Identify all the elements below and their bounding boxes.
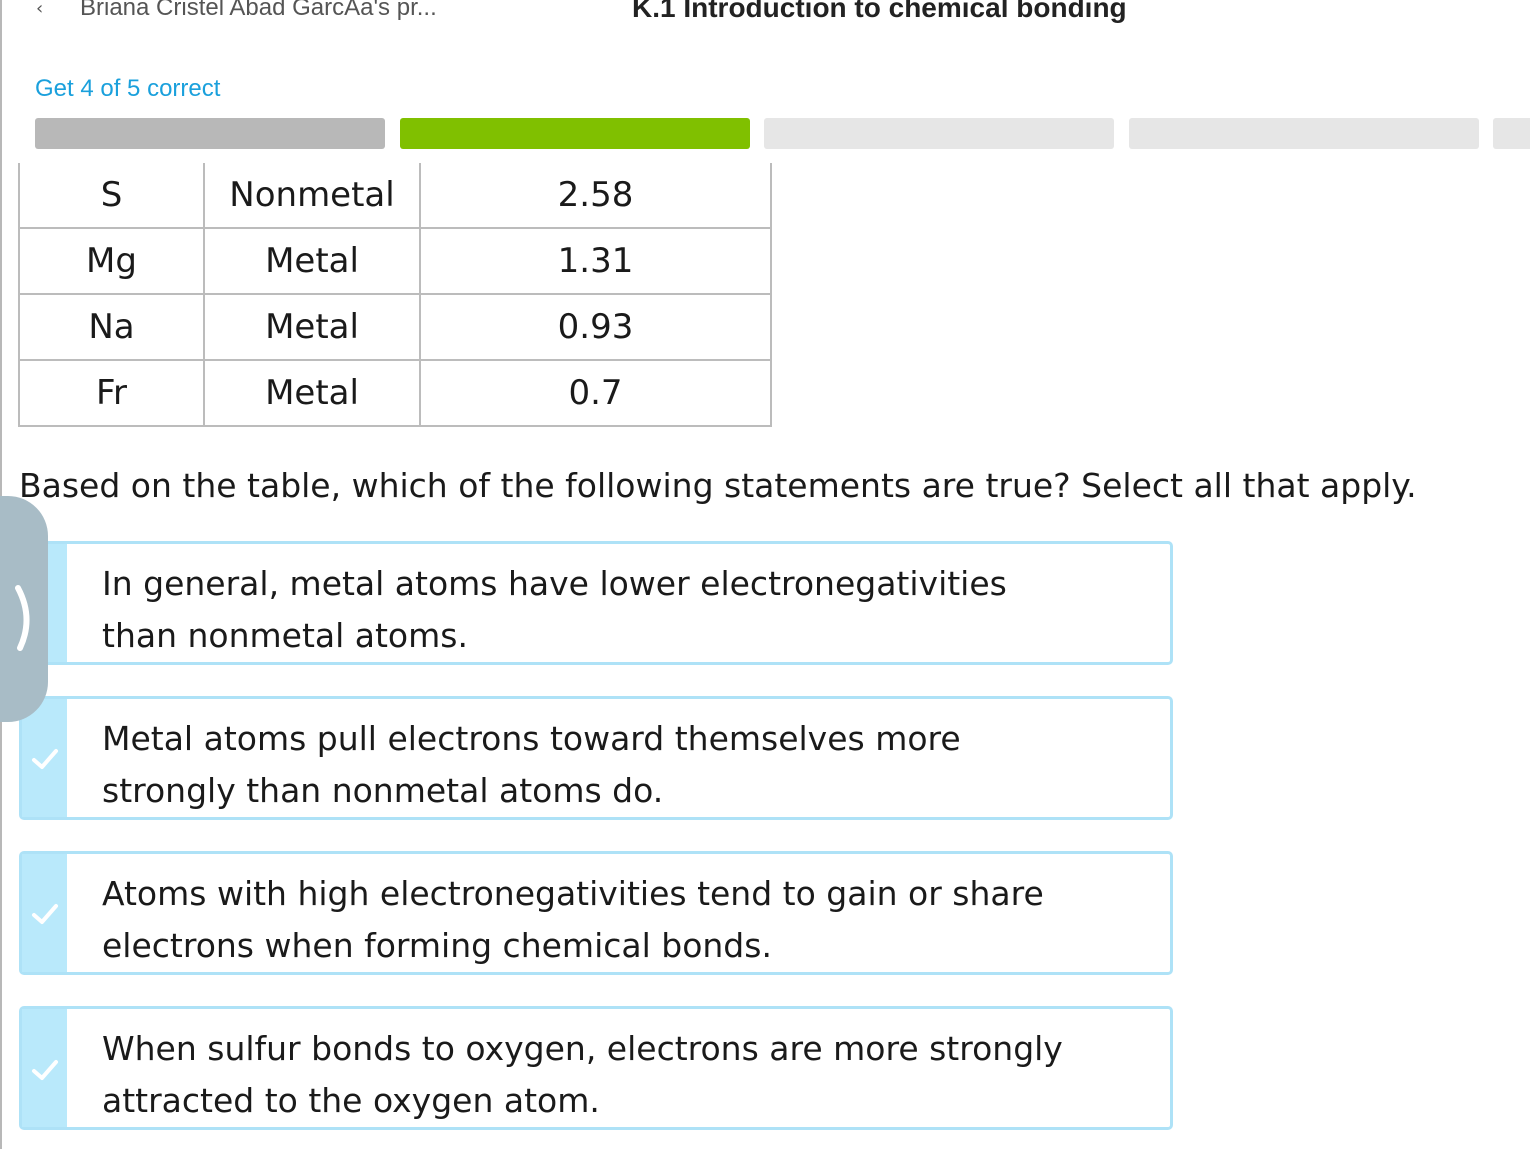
progress-bar (35, 118, 1530, 150)
table-cell: Metal (203, 293, 421, 361)
check-icon (32, 1060, 58, 1080)
choice-text: When sulfur bonds to oxygen, electrons a… (102, 1023, 1162, 1127)
top-bar: ‹ Briana Cristel Abad GarcÃa's pr... K.1… (0, 0, 1530, 23)
progress-segment-2 (400, 118, 750, 149)
choice-text: Metal atoms pull electrons toward themse… (102, 713, 1162, 817)
table-cell: Metal (203, 359, 421, 427)
table-cell: Metal (203, 227, 421, 295)
check-icon (32, 904, 58, 924)
choice-text-line: In general, metal atoms have lower elect… (102, 564, 1007, 603)
choice-text-line: When sulfur bonds to oxygen, electrons a… (102, 1029, 1063, 1068)
table-cell: 2.58 (419, 163, 772, 229)
choice-text-line: Atoms with high electronegativities tend… (102, 874, 1044, 913)
progress-segment-5 (1493, 118, 1530, 149)
breadcrumb[interactable]: Briana Cristel Abad GarcÃa's pr... (80, 0, 437, 22)
check-icon (32, 749, 58, 769)
table-cell: 0.7 (419, 359, 772, 427)
table-cell: 1.31 (419, 227, 772, 295)
side-next-chevron-icon[interactable] (4, 578, 44, 658)
choice-text: Atoms with high electronegativities tend… (102, 868, 1162, 972)
choice-text-line: electrons when forming chemical bonds. (102, 926, 772, 965)
progress-segment-1 (35, 118, 385, 149)
choice-text-line: than nonmetal atoms. (102, 616, 468, 655)
table-row: Fr Metal 0.7 (18, 359, 772, 427)
table-row: Mg Metal 1.31 (18, 227, 772, 295)
table-cell: Nonmetal (203, 163, 421, 229)
choice-text-line: Metal atoms pull electrons toward themse… (102, 719, 961, 758)
table-cell: Fr (18, 359, 205, 427)
table-cell: 0.93 (419, 293, 772, 361)
answer-choice-2[interactable]: Metal atoms pull electrons toward themse… (19, 696, 1173, 820)
answer-choice-4[interactable]: When sulfur bonds to oxygen, electrons a… (19, 1006, 1173, 1130)
electronegativity-table: S Nonmetal 2.58 Mg Metal 1.31 Na Metal 0… (18, 163, 772, 427)
progress-segment-3 (764, 118, 1114, 149)
skill-title: K.1 Introduction to chemical bonding (632, 0, 1127, 23)
back-chevron-icon[interactable]: ‹ (36, 0, 43, 19)
table-row: Na Metal 0.93 (18, 293, 772, 361)
choice-text-line: strongly than nonmetal atoms do. (102, 771, 664, 810)
choice-text-line: attracted to the oxygen atom. (102, 1081, 600, 1120)
table-cell: S (18, 163, 205, 229)
answer-choice-1[interactable]: In general, metal atoms have lower elect… (19, 541, 1173, 665)
table-cell: Mg (18, 227, 205, 295)
progress-segment-4 (1129, 118, 1479, 149)
choice-text: In general, metal atoms have lower elect… (102, 558, 1162, 662)
question-prompt: Based on the table, which of the followi… (19, 466, 1417, 505)
answer-choice-3[interactable]: Atoms with high electronegativities tend… (19, 851, 1173, 975)
table-row: S Nonmetal 2.58 (18, 163, 772, 229)
table-cell: Na (18, 293, 205, 361)
goal-text: Get 4 of 5 correct (35, 75, 221, 102)
